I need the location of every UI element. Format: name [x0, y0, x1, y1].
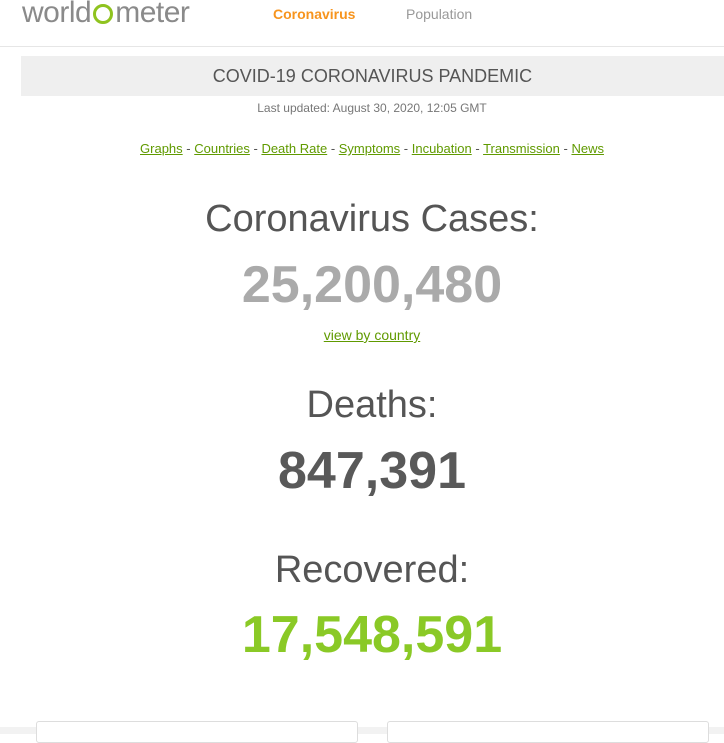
deaths-count: 847,391	[278, 442, 466, 500]
link-symptoms[interactable]: Symptoms	[339, 141, 400, 156]
logo-o-icon	[92, 3, 114, 25]
logo-text-meter: meter	[115, 0, 190, 29]
link-separator: -	[471, 141, 484, 156]
link-incubation[interactable]: Incubation	[412, 141, 472, 156]
bottom-card-right	[387, 721, 709, 743]
link-separator: -	[559, 141, 572, 156]
link-graphs[interactable]: Graphs	[140, 141, 183, 156]
link-transmission[interactable]: Transmission	[483, 141, 560, 156]
worldometer-logo[interactable]: world meter	[22, 0, 190, 30]
section-links: Graphs - Countries - Death Rate - Sympto…	[0, 141, 724, 156]
link-news[interactable]: News	[571, 141, 604, 156]
page-title: COVID-19 CORONAVIRUS PANDEMIC	[21, 56, 724, 96]
link-death-rate[interactable]: Death Rate	[261, 141, 327, 156]
link-separator: -	[327, 141, 339, 156]
recovered-count: 17,548,591	[241, 606, 503, 664]
link-separator: -	[400, 141, 412, 156]
nav-coronavirus[interactable]: Coronavirus	[273, 6, 355, 22]
view-by-country-link[interactable]: view by country	[324, 327, 420, 343]
last-updated-text: Last updated: August 30, 2020, 12:05 GMT	[257, 101, 487, 115]
cases-count: 25,200,480	[241, 256, 503, 314]
deaths-label: Deaths:	[306, 384, 438, 426]
view-by-country-container: view by country	[0, 327, 724, 343]
link-separator: -	[249, 141, 262, 156]
top-navigation-bar: world meter Coronavirus Population	[0, 0, 724, 47]
nav-population[interactable]: Population	[406, 6, 472, 22]
cases-label: Coronavirus Cases:	[205, 198, 539, 240]
link-countries[interactable]: Countries	[194, 141, 250, 156]
link-separator: -	[182, 141, 195, 156]
logo-text-world: world	[22, 0, 92, 29]
bottom-card-left	[36, 721, 358, 743]
recovered-label: Recovered:	[274, 549, 470, 591]
